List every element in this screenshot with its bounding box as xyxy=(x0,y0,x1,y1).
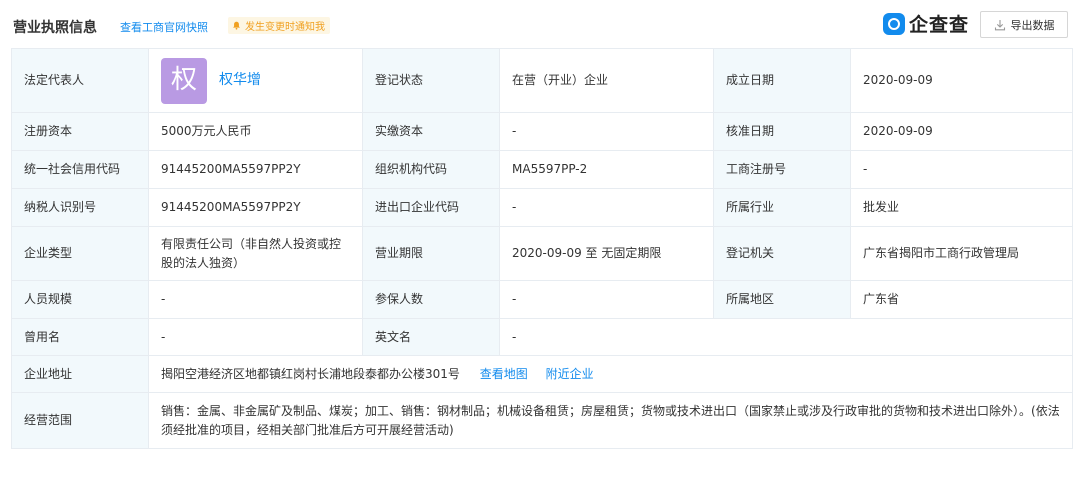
table-row: 注册资本 5000万元人民币 实缴资本 - 核准日期 2020-09-09 xyxy=(11,112,1073,151)
export-data-button[interactable]: 导出数据 xyxy=(980,11,1068,38)
taxpayer-id-value: 91445200MA5597PP2Y xyxy=(148,188,363,227)
business-license-table: 法定代表人 权 权华增 登记状态 在营（开业）企业 成立日期 2020-09-0… xyxy=(11,48,1073,449)
legal-rep-name-link[interactable]: 权华增 xyxy=(219,71,261,90)
paid-capital-value: - xyxy=(499,112,714,151)
legal-rep-label: 法定代表人 xyxy=(11,48,149,113)
region-value: 广东省 xyxy=(850,280,1073,319)
download-icon xyxy=(994,19,1005,30)
address-label: 企业地址 xyxy=(11,355,149,393)
business-reg-no-value: - xyxy=(850,150,1073,189)
address-value: 揭阳空港经济区地都镇红岗村长浦地段泰都办公楼301号 xyxy=(161,366,460,381)
business-term-value: 2020-09-09 至 无固定期限 xyxy=(499,226,714,281)
credit-code-label: 统一社会信用代码 xyxy=(11,150,149,189)
table-row: 企业类型 有限责任公司（非自然人投资或控股的法人独资） 营业期限 2020-09… xyxy=(11,226,1073,281)
address-cell: 揭阳空港经济区地都镇红岗村长浦地段泰都办公楼301号 查看地图 附近企业 xyxy=(148,355,1073,393)
business-reg-no-label: 工商注册号 xyxy=(713,150,851,189)
section-header: 营业执照信息 查看工商官网快照 发生变更时通知我 企查查 导出数据 xyxy=(0,0,1080,48)
paid-capital-label: 实缴资本 xyxy=(362,112,500,151)
brand-logo-icon xyxy=(883,12,905,35)
staff-size-value: - xyxy=(148,280,363,319)
credit-code-value: 91445200MA5597PP2Y xyxy=(148,150,363,189)
approval-date-value: 2020-09-09 xyxy=(850,112,1073,151)
registered-capital-label: 注册资本 xyxy=(11,112,149,151)
approval-date-label: 核准日期 xyxy=(713,112,851,151)
table-row: 曾用名 - 英文名 - xyxy=(11,318,1073,356)
import-export-code-label: 进出口企业代码 xyxy=(362,188,500,227)
table-row: 经营范围 销售：金属、非金属矿及制品、煤炭；加工、销售：钢材制品；机械设备租赁；… xyxy=(11,392,1073,449)
table-row: 统一社会信用代码 91445200MA5597PP2Y 组织机构代码 MA559… xyxy=(11,150,1073,189)
reg-status-label: 登记状态 xyxy=(362,48,500,113)
business-scope-value: 销售：金属、非金属矿及制品、煤炭；加工、销售：钢材制品；机械设备租赁；房屋租赁；… xyxy=(148,392,1073,449)
staff-size-label: 人员规模 xyxy=(11,280,149,319)
table-row: 人员规模 - 参保人数 - 所属地区 广东省 xyxy=(11,280,1073,319)
brand: 企查查 xyxy=(883,10,969,37)
legal-rep-cell: 权 权华增 xyxy=(148,48,363,113)
view-map-link[interactable]: 查看地图 xyxy=(480,367,528,381)
industry-value: 批发业 xyxy=(850,188,1073,227)
registration-authority-value: 广东省揭阳市工商行政管理局 xyxy=(850,226,1073,281)
avatar[interactable]: 权 xyxy=(161,57,207,104)
established-date-value: 2020-09-09 xyxy=(850,48,1073,113)
nearby-companies-link[interactable]: 附近企业 xyxy=(546,367,594,381)
export-data-label: 导出数据 xyxy=(1010,18,1055,32)
english-name-value: - xyxy=(499,318,1073,356)
company-type-value: 有限责任公司（非自然人投资或控股的法人独资） xyxy=(148,226,363,281)
section-title: 营业执照信息 xyxy=(13,20,97,36)
former-name-value: - xyxy=(148,318,363,356)
business-term-label: 营业期限 xyxy=(362,226,500,281)
table-row: 企业地址 揭阳空港经济区地都镇红岗村长浦地段泰都办公楼301号 查看地图 附近企… xyxy=(11,355,1073,393)
registration-authority-label: 登记机关 xyxy=(713,226,851,281)
insured-count-label: 参保人数 xyxy=(362,280,500,319)
english-name-label: 英文名 xyxy=(362,318,500,356)
company-type-label: 企业类型 xyxy=(11,226,149,281)
business-scope-label: 经营范围 xyxy=(11,392,149,449)
bell-icon xyxy=(233,21,240,30)
table-row: 法定代表人 权 权华增 登记状态 在营（开业）企业 成立日期 2020-09-0… xyxy=(11,48,1073,113)
taxpayer-id-label: 纳税人识别号 xyxy=(11,188,149,227)
view-official-snapshot-link[interactable]: 查看工商官网快照 xyxy=(120,19,208,35)
insured-count-value: - xyxy=(499,280,714,319)
change-notify-label: 发生变更时通知我 xyxy=(245,22,325,33)
registered-capital-value: 5000万元人民币 xyxy=(148,112,363,151)
region-label: 所属地区 xyxy=(713,280,851,319)
org-code-value: MA5597PP-2 xyxy=(499,150,714,189)
industry-label: 所属行业 xyxy=(713,188,851,227)
brand-name: 企查查 xyxy=(909,14,970,36)
change-notify-button[interactable]: 发生变更时通知我 xyxy=(228,17,330,34)
org-code-label: 组织机构代码 xyxy=(362,150,500,189)
import-export-code-value: - xyxy=(499,188,714,227)
established-date-label: 成立日期 xyxy=(713,48,851,113)
table-row: 纳税人识别号 91445200MA5597PP2Y 进出口企业代码 - 所属行业… xyxy=(11,188,1073,227)
reg-status-value: 在营（开业）企业 xyxy=(499,48,714,113)
former-name-label: 曾用名 xyxy=(11,318,149,356)
